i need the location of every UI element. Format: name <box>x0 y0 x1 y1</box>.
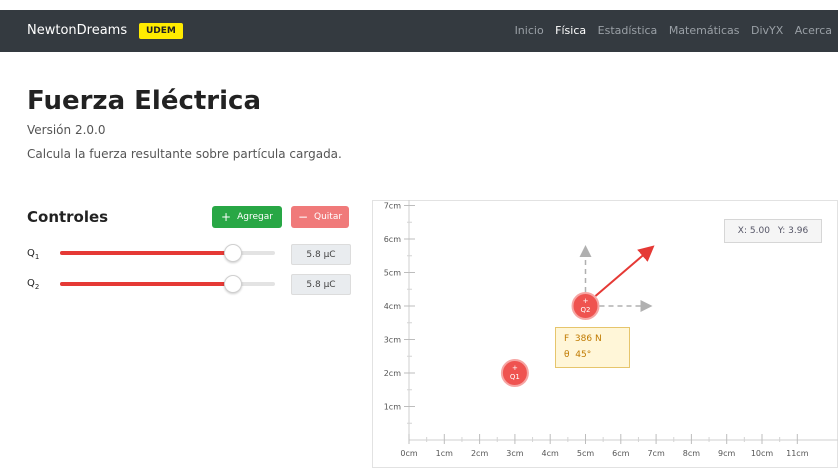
q2-slider-thumb[interactable] <box>224 275 242 293</box>
navbar: NewtonDreams UDEM Inicio Física Estadíst… <box>0 10 838 52</box>
y-tick-label: 6cm <box>384 235 401 244</box>
x-tick-label: 0cm <box>400 449 417 458</box>
coord-x-value: 5.00 <box>749 226 770 236</box>
nav-link-inicio[interactable]: Inicio <box>515 24 544 37</box>
x-tick-label: 4cm <box>542 449 559 458</box>
q1-value: 5.8 μC <box>291 244 351 265</box>
q2-value: 5.8 μC <box>291 274 351 295</box>
x-tick-label: 2cm <box>471 449 488 458</box>
coord-y-value: 3.96 <box>788 226 809 236</box>
remove-button[interactable]: − Quitar <box>291 206 349 228</box>
add-button-label: Agregar <box>237 212 273 222</box>
q1-slider-fill <box>60 251 232 255</box>
q2-slider-fill <box>60 282 232 286</box>
nav-links: Inicio Física Estadística Matemáticas Di… <box>507 24 832 37</box>
x-tick-label: 5cm <box>577 449 594 458</box>
nav-link-matematicas[interactable]: Matemáticas <box>669 24 740 37</box>
q1-slider[interactable] <box>60 244 275 262</box>
q2-slider[interactable] <box>60 275 275 293</box>
q1-label: Q1 <box>27 248 40 261</box>
y-tick-label: 4cm <box>384 302 401 311</box>
y-tick-label: 2cm <box>384 369 401 378</box>
x-tick-label: 11cm <box>786 449 809 458</box>
particle-label: Q1 <box>510 373 520 381</box>
particle-sign: + <box>512 364 518 372</box>
q1-slider-thumb[interactable] <box>224 244 242 262</box>
coord-x-label: X: <box>737 226 747 236</box>
version-text: Versión 2.0.0 <box>27 123 106 137</box>
particle-sign: + <box>583 297 589 305</box>
x-tick-label: 7cm <box>647 449 664 458</box>
add-button[interactable]: + Agregar <box>212 206 282 228</box>
brand-name[interactable]: NewtonDreams <box>27 23 127 38</box>
y-tick-label: 3cm <box>384 336 401 345</box>
particle-label: Q2 <box>581 306 591 314</box>
coord-y-label: Y: <box>777 226 786 236</box>
nav-link-divyx[interactable]: DivYX <box>751 24 783 37</box>
coordinate-readout: X: 5.00 Y: 3.96 <box>724 219 822 243</box>
remove-button-label: Quitar <box>314 212 343 222</box>
page-title: Fuerza Eléctrica <box>27 86 261 116</box>
x-tick-label: 1cm <box>436 449 453 458</box>
nav-link-estadistica[interactable]: Estadística <box>598 24 658 37</box>
force-info-box: F 386 N θ 45° <box>555 327 630 368</box>
y-tick-label: 5cm <box>384 269 401 278</box>
x-tick-label: 6cm <box>612 449 629 458</box>
force-magnitude: F 386 N <box>564 334 602 344</box>
force-angle: θ 45° <box>564 350 592 360</box>
controls-title: Controles <box>27 208 109 226</box>
x-tick-label: 3cm <box>506 449 523 458</box>
nav-link-acerca[interactable]: Acerca <box>795 24 832 37</box>
y-tick-label: 7cm <box>384 202 401 211</box>
page-description: Calcula la fuerza resultante sobre partí… <box>27 147 342 161</box>
nav-link-fisica[interactable]: Física <box>555 24 586 37</box>
plus-icon: + <box>221 210 232 224</box>
x-tick-label: 8cm <box>683 449 700 458</box>
x-tick-label: 9cm <box>718 449 735 458</box>
x-tick-label: 10cm <box>751 449 774 458</box>
y-tick-label: 1cm <box>384 403 401 412</box>
q2-label: Q2 <box>27 278 40 291</box>
brand-badge: UDEM <box>139 23 183 39</box>
minus-icon: − <box>297 210 308 224</box>
